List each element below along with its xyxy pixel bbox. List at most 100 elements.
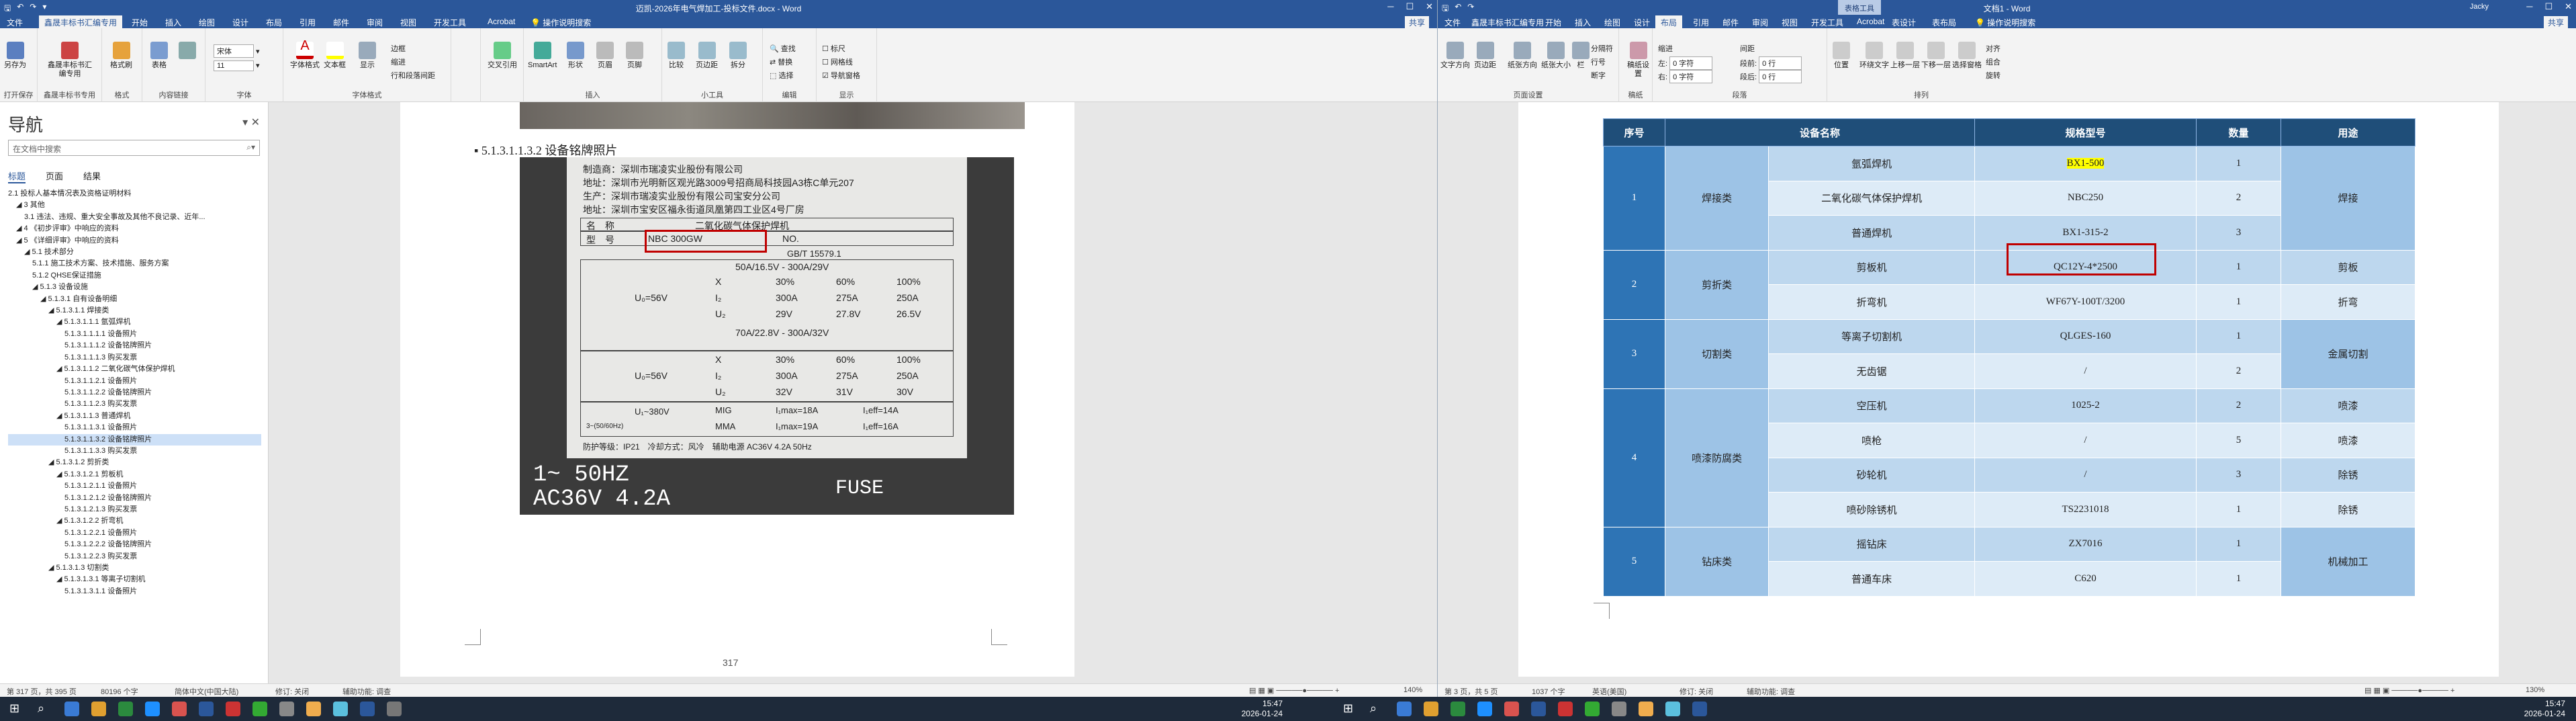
app-icon[interactable] [1612,702,1626,716]
nav-tab-results[interactable]: 结果 [83,169,101,183]
cell-spec[interactable]: ZX7016 [1974,526,2197,562]
nav-tree-item[interactable]: 5.1.3.1.1.1.2 设备铭牌照片 [8,340,261,351]
cell-use[interactable]: 剪板 [2281,249,2416,285]
split-button[interactable]: 拆分 [729,42,747,70]
app-icon[interactable] [172,702,187,716]
align-button[interactable]: 对齐 [1986,43,2000,54]
app-icon[interactable] [306,702,321,716]
cell-use[interactable]: 喷漆 [2281,423,2416,458]
orientation-button[interactable]: 纸张方向 [1508,42,1537,70]
tab-developer[interactable]: 开发工具 [434,17,466,28]
cell-use[interactable]: 喷漆 [2281,388,2416,423]
cell-name[interactable]: 无齿锯 [1768,353,1975,389]
page-margin-button[interactable]: 页边距 [696,42,718,70]
nav-tree-item[interactable]: 3.1 违法、违规、重大安全事故及其他不良记录、近年... [8,212,261,223]
tell-me-search[interactable]: 💡 操作说明搜索 [1975,17,2035,28]
nav-tree-item[interactable]: 5.1.3.1.1.3.1 设备照片 [8,422,261,433]
nav-tree-item[interactable]: ◢ 4 《初步评审》中响应的资料 [8,223,261,235]
nav-tab-pages[interactable]: 页面 [46,169,63,183]
nav-tree-item[interactable]: 5.1.3.1.1.2.1 设备照片 [8,376,261,387]
status-track-changes[interactable]: 修订: 关闭 [275,686,309,697]
nav-tree-item[interactable]: 5.1.3.1.1.3.2 设备铭牌照片 [8,433,261,446]
border-button[interactable]: 边框 [391,43,406,54]
group-button[interactable]: 组合 [1986,56,2000,67]
tab-insert[interactable]: 插入 [165,17,181,28]
status-words[interactable]: 80196 个字 [101,686,138,697]
status-zoom[interactable]: 140% [1404,686,1422,694]
cell-category[interactable]: 切割类 [1664,319,1769,389]
app-icon[interactable] [1639,702,1653,716]
cell-name[interactable]: 普通焊机 [1768,215,1975,251]
cell-spec[interactable]: / [1974,457,2197,493]
minimize-icon[interactable]: ─ [1387,1,1393,12]
acrobat-icon[interactable] [1558,702,1573,716]
font-color-button[interactable]: A 字体格式 [290,39,320,70]
header-no[interactable]: 序号 [1603,118,1665,146]
start-icon[interactable]: ⊞ [1343,702,1358,716]
system-clock-left[interactable]: 15:47 2026-01-24 [1229,699,1283,719]
tab-developer[interactable]: 开发工具 [1811,17,1843,28]
word-icon[interactable] [199,702,214,716]
cell-spec[interactable]: 1025-2 [1974,388,2197,423]
nav-tab-headings[interactable]: 标题 [8,169,26,183]
app-icon[interactable] [1504,702,1519,716]
find-button[interactable]: 🔍 查找 [770,43,796,54]
cell-spec[interactable]: BX1-500 [1974,146,2197,181]
nav-tree-item[interactable]: ◢ 5.1.3.1.2 剪折类 [8,457,261,468]
nav-tree-item[interactable]: 2.1 投标人基本情况表及资格证明材料 [8,188,261,200]
margins-button[interactable]: 页边距 [1474,42,1496,70]
nav-tree-item[interactable]: ◢ 5.1.3 设备设施 [8,282,261,293]
folder-icon[interactable] [91,702,106,716]
cell-spec[interactable]: / [1974,423,2197,458]
smartart-button[interactable]: SmartArt [528,42,557,70]
view-buttons[interactable]: ▤ ▦ ▣ ─────●───── + [2364,686,2454,695]
columns-button[interactable]: 栏 [1572,42,1590,70]
status-language[interactable]: 英语(美国) [1592,686,1626,697]
cell-spec[interactable]: QLGES-160 [1974,319,2197,354]
nav-tree-item[interactable]: 5.1.3.1.2.2.3 购买发票 [8,551,261,562]
cell-name[interactable]: 氩弧焊机 [1768,146,1975,181]
word-icon[interactable] [1531,702,1546,716]
tab-references[interactable]: 引用 [1693,17,1709,28]
cell-name[interactable]: 砂轮机 [1768,457,1975,493]
tab-home[interactable]: 开始 [1545,17,1561,28]
cross-ref-button[interactable]: 交叉引用 [488,42,517,70]
minimize-icon[interactable]: ─ [2526,1,2532,12]
cell-no[interactable]: 5 [1603,526,1665,597]
browser-icon[interactable] [145,702,160,716]
paragraph-button[interactable]: 显示 [359,42,376,70]
maximize-icon[interactable]: ☐ [2544,1,2552,12]
folder-icon[interactable] [1424,702,1438,716]
cell-qty[interactable]: 3 [2196,215,2281,251]
nav-tree-item[interactable]: ◢ 5.1.3.1.1.2 二氧化碳气体保护焊机 [8,364,261,375]
cell-use[interactable]: 焊接 [2281,146,2416,251]
nav-tree-item[interactable]: ◢ 5.1.3.1.2.1 剪板机 [8,469,261,480]
tab-mailings[interactable]: 邮件 [333,17,349,28]
cell-name[interactable]: 折弯机 [1768,284,1975,320]
cell-qty[interactable]: 1 [2196,319,2281,354]
app-icon[interactable] [1451,702,1465,716]
cell-name[interactable]: 摇钻床 [1768,526,1975,562]
tab-draw[interactable]: 绘图 [1604,17,1620,28]
indent-right-field[interactable]: 右: 0 字符 [1658,70,1713,83]
font-size-select[interactable]: 11 ▾ [214,60,260,71]
nav-tree-item[interactable]: 5.1.3.1.1.2.3 购买发票 [8,398,261,410]
tab-draw[interactable]: 绘图 [199,17,215,28]
share-button[interactable]: 共享 [2543,16,2568,29]
search-icon[interactable]: ⌕ [38,702,52,716]
nav-tree-item[interactable]: ◢ 5.1.3.1 自有设备明细 [8,294,261,305]
browser-icon[interactable] [1477,702,1492,716]
task-view-icon[interactable] [64,702,79,716]
text-frame-button[interactable]: 文本框 [324,42,346,70]
wechat-icon[interactable] [252,702,267,716]
tab-acrobat[interactable]: Acrobat [488,17,515,26]
footer-button[interactable]: 页脚 [626,42,643,70]
nav-tree-item[interactable]: ◢ 5.1.3.1.1 焊接类 [8,305,261,316]
nav-tree-item[interactable]: ◢ 5.1.3.1.2.2 折弯机 [8,515,261,527]
cell-use[interactable]: 金属切割 [2281,319,2416,389]
ruler-checkbox[interactable]: ☐ 标尺 [822,43,845,54]
cell-name[interactable]: 二氧化碳气体保护焊机 [1768,180,1975,216]
cell-qty[interactable]: 2 [2196,180,2281,216]
view-buttons[interactable]: ▤ ▦ ▣ ─────●───── + [1249,686,1339,695]
save-as-button[interactable]: 另存为 [4,42,26,70]
